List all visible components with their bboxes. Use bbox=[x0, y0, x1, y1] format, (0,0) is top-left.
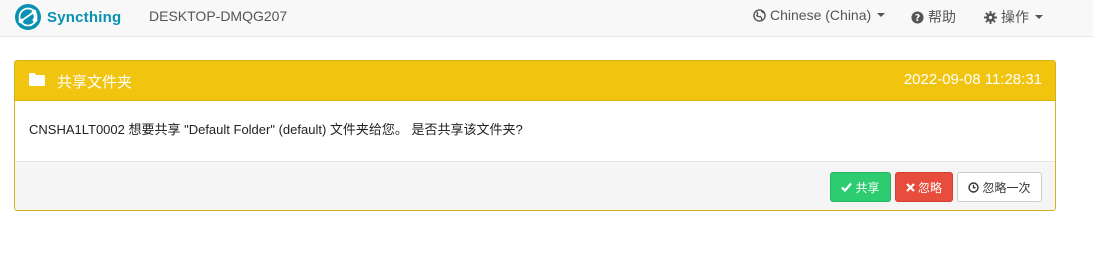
panel-title: 共享文件夹 bbox=[57, 74, 133, 91]
dismiss-once-button[interactable]: 忽略一次 bbox=[957, 172, 1042, 202]
help-label: 帮助 bbox=[928, 9, 956, 25]
clock-icon bbox=[968, 181, 980, 193]
share-button[interactable]: 共享 bbox=[830, 172, 891, 202]
language-menu[interactable]: Chinese (China) bbox=[753, 7, 886, 23]
share-folder-notification: 共享文件夹 2022-09-08 11:28:31 CNSHA1LT0002 想… bbox=[14, 60, 1056, 211]
chevron-down-icon bbox=[877, 13, 886, 17]
panel-body: CNSHA1LT0002 想要共享 "Default Folder" (defa… bbox=[15, 101, 1055, 162]
ignore-label: 忽略 bbox=[917, 180, 942, 195]
brand-name: Syncthing bbox=[47, 8, 122, 26]
check-icon bbox=[841, 182, 853, 192]
ignore-button[interactable]: 忽略 bbox=[895, 172, 953, 202]
language-label: Chinese (China) bbox=[770, 7, 872, 23]
chevron-down-icon bbox=[1035, 15, 1043, 19]
times-icon bbox=[906, 182, 915, 192]
actions-label: 操作 bbox=[1001, 9, 1029, 25]
gear-icon bbox=[984, 10, 997, 24]
actions-menu[interactable]: 操作 bbox=[984, 7, 1043, 27]
syncthing-logo-icon bbox=[15, 4, 41, 30]
help-menu[interactable]: ? 帮助 bbox=[911, 7, 956, 27]
panel-footer: 共享 忽略 忽略一次 bbox=[15, 162, 1055, 210]
device-name: DESKTOP-DMQG207 bbox=[149, 8, 288, 24]
panel-heading: 共享文件夹 2022-09-08 11:28:31 bbox=[15, 61, 1055, 101]
dismiss-once-label: 忽略一次 bbox=[982, 180, 1031, 195]
folder-icon bbox=[29, 73, 45, 86]
brand-link[interactable]: Syncthing bbox=[14, 3, 121, 31]
share-label: 共享 bbox=[855, 180, 880, 195]
globe-icon bbox=[753, 8, 766, 22]
notification-timestamp: 2022-09-08 11:28:31 bbox=[903, 71, 1042, 88]
notification-message: CNSHA1LT0002 想要共享 "Default Folder" (defa… bbox=[29, 122, 523, 137]
svg-text:?: ? bbox=[915, 12, 920, 23]
question-circle-icon: ? bbox=[911, 10, 924, 23]
navbar: Syncthing DESKTOP-DMQG207 Chinese (China… bbox=[0, 0, 1093, 37]
